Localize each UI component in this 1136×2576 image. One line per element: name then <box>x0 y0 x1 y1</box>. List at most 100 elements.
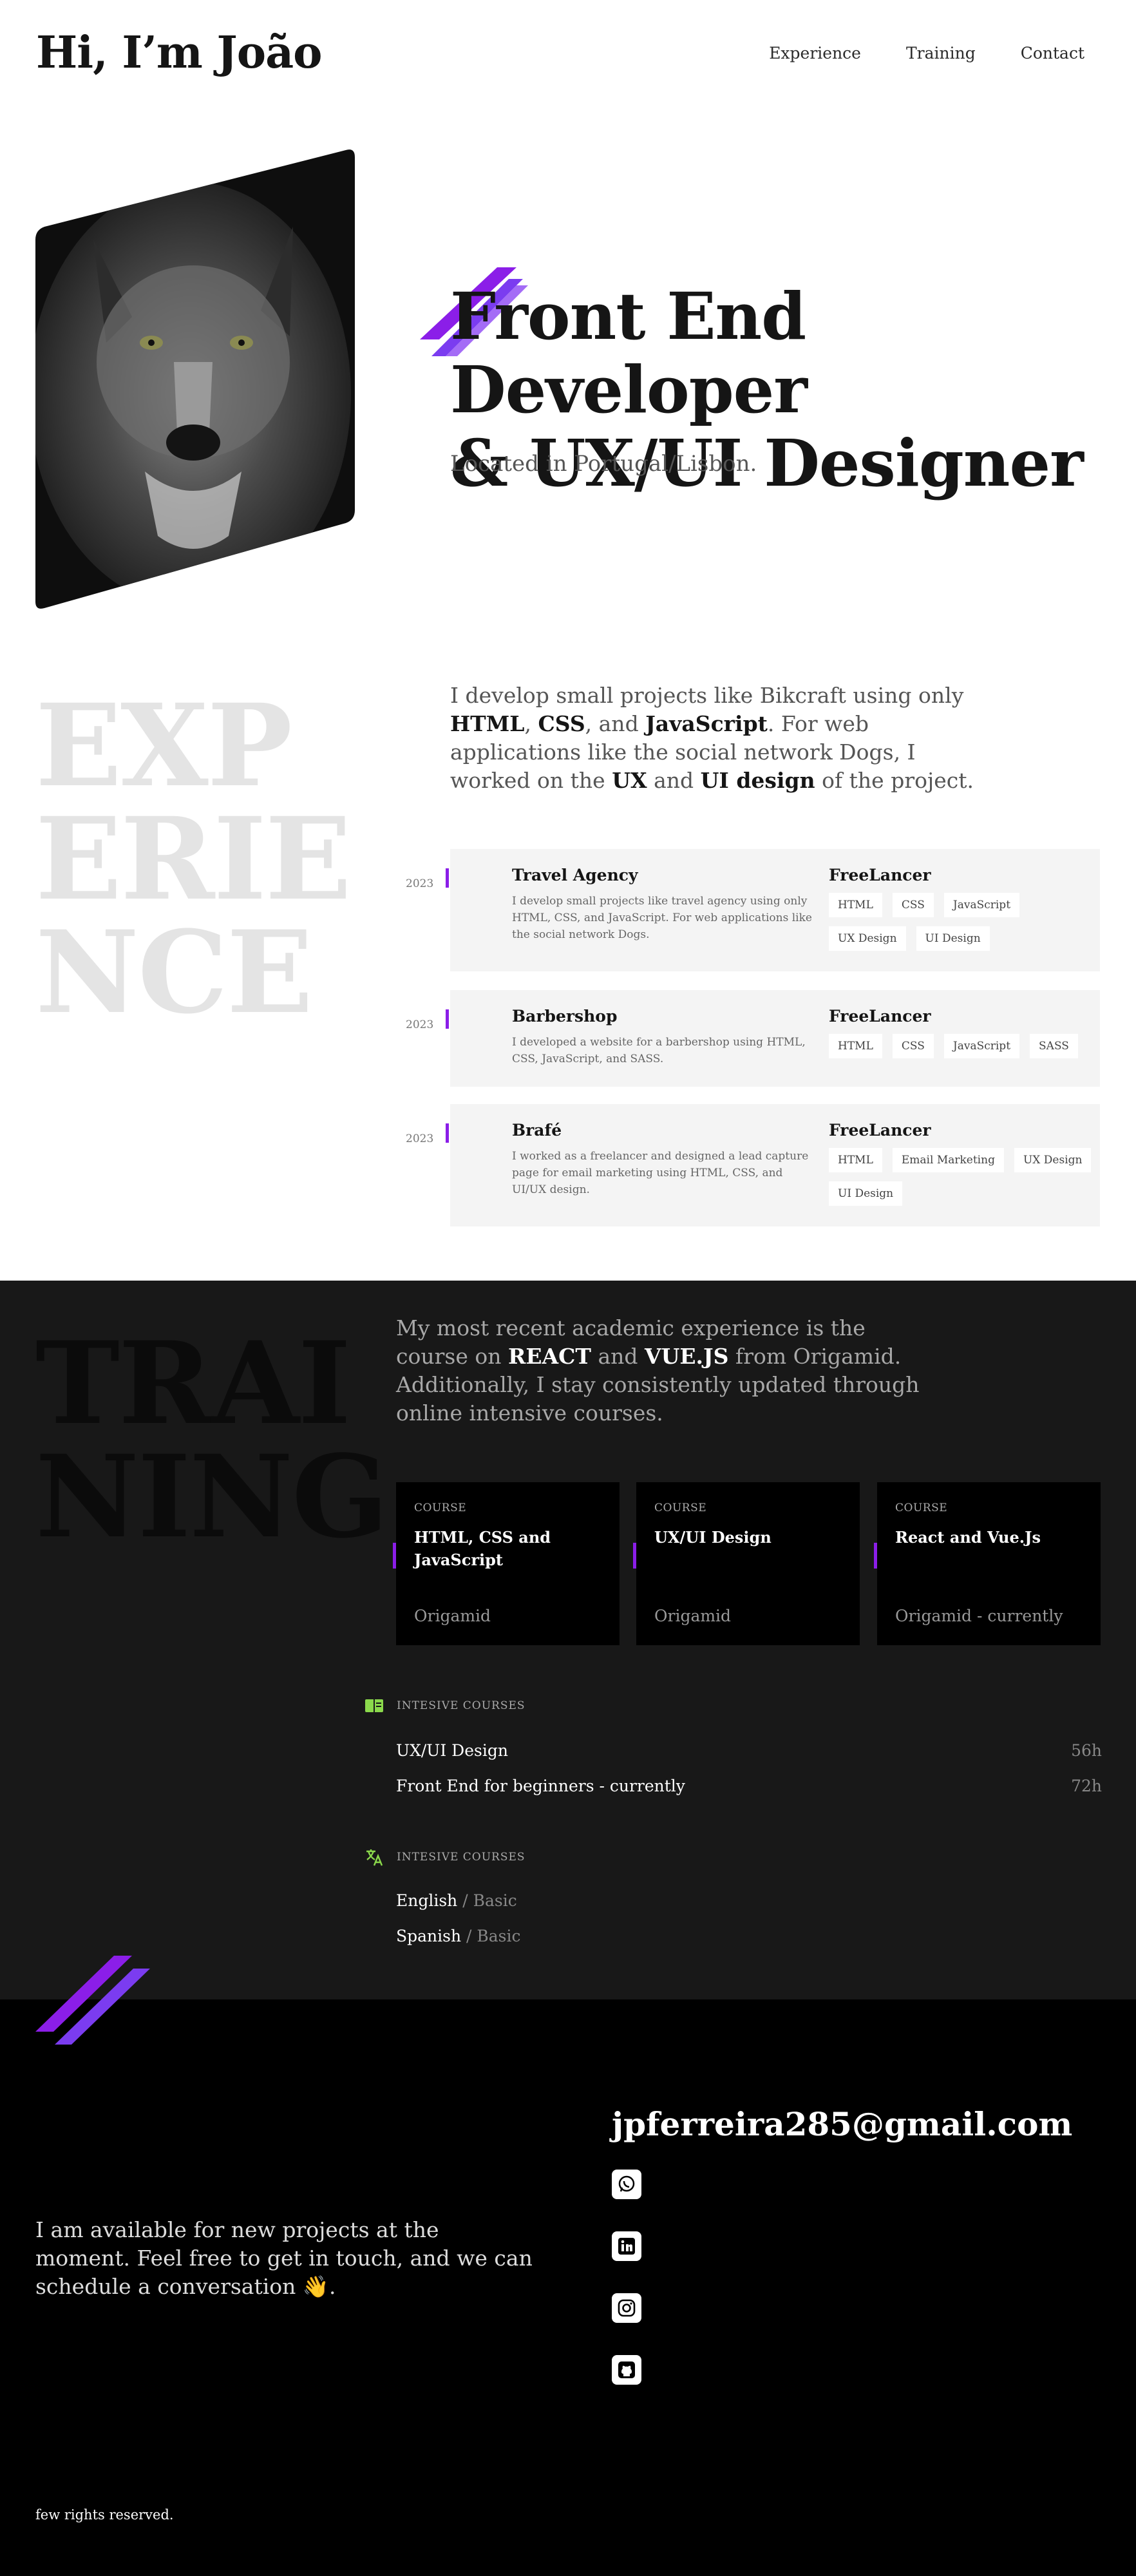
book-icon <box>365 1699 383 1712</box>
nav-training[interactable]: Training <box>906 44 976 62</box>
accent-bar <box>446 1009 449 1029</box>
site-logo[interactable]: Hi, I’m João <box>36 27 322 79</box>
github-icon[interactable] <box>612 2355 641 2385</box>
experience-name: Barbershop <box>512 1007 618 1026</box>
accent-bar <box>446 1123 449 1143</box>
course-school: Origamid - currently <box>895 1607 1063 1625</box>
course-label: COURSE <box>654 1502 707 1514</box>
experience-role: FreeLancer <box>829 866 931 884</box>
course-name: UX/UI Design <box>654 1528 772 1547</box>
experience-intro: I develop small projects like Bikcraft u… <box>450 682 978 795</box>
intro-text: and <box>591 1344 645 1369</box>
language-level: Basic <box>473 1891 517 1910</box>
tag: UX Design <box>829 926 906 951</box>
experience-title-line: ERIE <box>35 792 352 926</box>
contact-text: I am available for new projects at the m… <box>35 2217 533 2299</box>
section-label: INTESIVE COURSES <box>397 1699 525 1712</box>
intro-text: , <box>524 711 538 736</box>
intro-strong: REACT <box>507 1344 591 1369</box>
experience-card: Travel Agency I develop small projects l… <box>450 849 1100 971</box>
experience-description: I developed a website for a barbershop u… <box>512 1036 806 1065</box>
section-label: INTESIVE COURSES <box>397 1851 525 1864</box>
site-header: Hi, I’m João Experience Training Contact <box>36 23 1084 82</box>
course-duration: 56h <box>1071 1741 1102 1760</box>
course-school: Origamid <box>414 1607 491 1625</box>
language-row: English / Basic <box>396 1891 1102 1910</box>
intro-strong: UX <box>612 768 647 793</box>
tag: UI Design <box>829 1181 903 1206</box>
linkedin-icon[interactable] <box>612 2231 641 2261</box>
instagram-icon[interactable] <box>612 2293 641 2323</box>
hero-location: Located in Portugal/Lisbon. <box>450 451 757 477</box>
experience-name: Brafé <box>512 1121 562 1140</box>
experience-card: Barbershop I developed a website for a b… <box>450 990 1100 1087</box>
experience-card: Brafé I worked as a freelancer and desig… <box>450 1104 1100 1226</box>
tag-list: HTML CSS JavaScript UX Design UI Design <box>829 893 1099 951</box>
course-title: UX/UI Design <box>396 1741 508 1760</box>
email-link[interactable]: jpferreira285@gmail.com <box>612 2105 1072 2143</box>
course-duration: 72h <box>1071 1777 1102 1795</box>
whatsapp-icon[interactable] <box>612 2170 641 2199</box>
training-title: TRAI NING <box>35 1317 388 1554</box>
language-separator: / <box>461 1927 477 1945</box>
course-name: HTML, CSS and JavaScript <box>414 1528 551 1569</box>
experience-role: FreeLancer <box>829 1121 931 1140</box>
tag: CSS <box>892 893 934 917</box>
experience-title: EXP ERIE NCE <box>35 679 352 1039</box>
tag: SASS <box>1030 1034 1078 1058</box>
tag: UI Design <box>916 926 990 951</box>
wolf-image <box>35 149 355 609</box>
main-nav: Experience Training Contact <box>769 44 1084 62</box>
accent-bar <box>393 1543 396 1569</box>
experience-title-line: NCE <box>35 906 313 1039</box>
training-intro: My most recent academic experience is th… <box>396 1314 924 1427</box>
intro-text: , and <box>585 711 646 736</box>
experience-year: 2023 <box>406 877 434 890</box>
experience-year: 2023 <box>406 1018 434 1031</box>
accent-bar <box>874 1543 877 1569</box>
language-name: English <box>396 1891 458 1910</box>
experience-item-barbershop: 2023 Barbershop I developed a website fo… <box>406 990 1100 1087</box>
course-title: Front End for beginners - currently <box>396 1777 685 1795</box>
tag: UX Design <box>1014 1148 1092 1172</box>
footer-copyright: few rights reserved. <box>35 2507 174 2523</box>
course-card[interactable]: COURSE UX/UI Design Origamid <box>633 1482 860 1645</box>
course-card[interactable]: COURSE HTML, CSS and JavaScript Origamid <box>393 1482 620 1645</box>
tag: JavaScript <box>943 1034 1020 1058</box>
intro-strong: JavaScript <box>645 711 768 736</box>
experience-description: I worked as a freelancer and designed a … <box>512 1150 809 1196</box>
experience-year: 2023 <box>406 1132 434 1145</box>
language-separator: / <box>457 1891 473 1910</box>
tag: Email Marketing <box>892 1148 1004 1172</box>
experience-description: I develop small projects like travel age… <box>512 895 812 941</box>
nav-experience[interactable]: Experience <box>769 44 861 62</box>
training-title-line: TRAI <box>35 1317 351 1450</box>
tag: HTML <box>829 1148 882 1172</box>
nav-contact[interactable]: Contact <box>1021 44 1084 62</box>
experience-item-travel-agency: 2023 Travel Agency I develop small proje… <box>406 849 1100 971</box>
course-label: COURSE <box>414 1502 467 1514</box>
tag: HTML <box>829 893 882 917</box>
language-level: Basic <box>477 1927 521 1945</box>
intro-text: and <box>647 768 701 793</box>
hero-title-line-1: Front End Developer <box>450 278 808 428</box>
experience-title-line: EXP <box>35 679 292 812</box>
accent-bar <box>633 1543 636 1569</box>
course-label: COURSE <box>895 1502 948 1514</box>
translate-icon <box>366 1849 383 1866</box>
experience-role: FreeLancer <box>829 1007 931 1026</box>
course-card[interactable]: COURSE React and Vue.Js Origamid - curre… <box>874 1482 1101 1645</box>
tag: JavaScript <box>943 893 1020 917</box>
experience-name: Travel Agency <box>512 866 638 884</box>
experience-item-brafe: 2023 Brafé I worked as a freelancer and … <box>406 1104 1100 1226</box>
tag: HTML <box>829 1034 882 1058</box>
course-school: Origamid <box>654 1607 732 1625</box>
course-name: React and Vue.Js <box>895 1528 1041 1547</box>
intensive-courses-heading: INTESIVE COURSES <box>364 1698 525 1713</box>
intro-strong: UI design <box>700 768 815 793</box>
tag-list: HTML CSS JavaScript SASS <box>829 1034 1099 1058</box>
language-name: Spanish <box>396 1927 462 1945</box>
tag: CSS <box>892 1034 934 1058</box>
intro-strong: CSS <box>538 711 585 736</box>
intro-strong: VUE.JS <box>645 1344 729 1369</box>
